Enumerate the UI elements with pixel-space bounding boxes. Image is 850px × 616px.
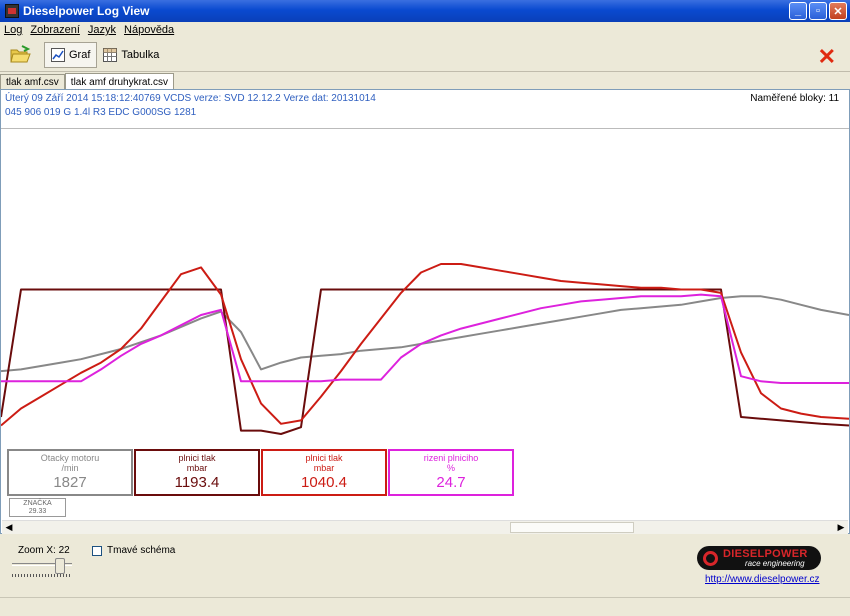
table-view-button[interactable]: Tabulka xyxy=(97,42,165,68)
gauge-unit: mbar xyxy=(313,463,335,473)
menu-napoveda[interactable]: Nápověda xyxy=(124,24,174,36)
zoom-slider-knob[interactable] xyxy=(55,558,65,574)
file-tabs: tlak amf.csv tlak amf druhykrat.csv xyxy=(0,73,175,90)
menu-jazyk[interactable]: Jazyk xyxy=(88,24,116,36)
minimize-button[interactable]: _ xyxy=(789,2,807,20)
zoom-slider[interactable] xyxy=(12,558,74,578)
gauge-name: plnici tlak xyxy=(178,453,216,463)
gauge-unit: % xyxy=(446,463,455,473)
menu-zobrazeni[interactable]: Zobrazení xyxy=(30,24,80,36)
tab-file-active[interactable]: tlak amf druhykrat.csv xyxy=(64,73,175,90)
gauge-value: 1193.4 xyxy=(174,474,220,491)
dieselpower-logo: DIESELPOWER race engineering xyxy=(697,546,821,570)
gauge-value: 24.7 xyxy=(436,474,466,491)
horizontal-scrollbar[interactable]: ◀ ▶ xyxy=(2,520,848,534)
gauge-value: 1827 xyxy=(53,474,87,491)
zoom-label: Zoom X: 22 xyxy=(18,545,70,556)
gauge-name: plnici tlak xyxy=(305,453,343,463)
series-line-2 xyxy=(1,263,849,427)
close-file-button[interactable]: ✕ xyxy=(818,44,836,70)
graph-view-label: Graf xyxy=(69,48,91,61)
app-icon xyxy=(5,4,19,18)
window-title: Dieselpower Log View xyxy=(23,4,150,18)
checkbox-box[interactable] xyxy=(92,545,102,556)
folder-open-icon xyxy=(10,44,31,62)
marker-box[interactable]: ZNAČKA 29.33 xyxy=(9,498,66,517)
gauge-name: rizeni plniciho xyxy=(423,453,479,463)
zoom-slider-ticks xyxy=(12,574,72,577)
gauge-engine-rpm[interactable]: Otacky motoru /min 1827 xyxy=(7,449,133,496)
graph-panel: Úterý 09 Září 2014 15:18:12:40769 VCDS v… xyxy=(0,89,850,534)
status-bar xyxy=(0,597,850,616)
table-icon xyxy=(103,47,118,62)
title-bar: Dieselpower Log View _ ▫ ✕ xyxy=(0,0,850,22)
tab-file[interactable]: tlak amf.csv xyxy=(0,74,65,90)
menu-log[interactable]: Log xyxy=(4,24,22,36)
tab-label: tlak amf.csv xyxy=(6,77,59,88)
gauge-unit: /min xyxy=(61,463,79,473)
tab-label: tlak amf druhykrat.csv xyxy=(70,76,169,88)
website-link[interactable]: http://www.dieselpower.cz xyxy=(705,574,820,585)
scroll-thumb[interactable] xyxy=(510,522,634,533)
open-file-button[interactable] xyxy=(8,42,34,68)
logo-swirl-icon xyxy=(703,551,718,566)
log-chart[interactable] xyxy=(1,129,849,447)
log-info-line2: 045 906 019 G 1.4l R3 EDC G000SG 1281 xyxy=(5,107,197,118)
logo-text: DIESELPOWER xyxy=(723,547,808,560)
close-button[interactable]: ✕ xyxy=(829,2,847,20)
measured-blocks: Naměřené bloky: 11 xyxy=(750,93,839,104)
scroll-left-icon[interactable]: ◀ xyxy=(2,521,16,534)
table-view-label: Tabulka xyxy=(121,48,160,61)
logo-subtext: race engineering xyxy=(745,558,805,568)
gauge-value: 1040.4 xyxy=(301,474,347,491)
menu-bar: Log Zobrazení Jazyk Nápověda xyxy=(0,22,850,38)
gauge-boost-control[interactable]: rizeni plniciho % 24.7 xyxy=(388,449,514,496)
series-line-1 xyxy=(1,288,849,435)
gauge-unit: mbar xyxy=(186,463,208,473)
log-info-line1: Úterý 09 Září 2014 15:18:12:40769 VCDS v… xyxy=(5,93,376,104)
maximize-button[interactable]: ▫ xyxy=(809,2,827,20)
graph-view-button[interactable]: Graf xyxy=(44,41,98,68)
marker-label: ZNAČKA xyxy=(23,500,52,507)
dark-scheme-label: Tmavé schéma xyxy=(107,545,176,556)
series-line-3 xyxy=(1,293,849,384)
gauge-boost-actual[interactable]: plnici tlak mbar 1040.4 xyxy=(261,449,387,496)
toolbar: Graf Tabulka ✕ xyxy=(0,38,850,72)
series-line-0 xyxy=(1,295,849,373)
graph-icon xyxy=(51,47,65,62)
dark-scheme-checkbox[interactable]: Tmavé schéma xyxy=(92,545,175,556)
gauge-name: Otacky motoru xyxy=(40,453,100,463)
close-x-icon: ✕ xyxy=(817,44,836,69)
scroll-right-icon[interactable]: ▶ xyxy=(834,521,848,534)
marker-value: 29.33 xyxy=(28,508,47,515)
gauge-boost-specified[interactable]: plnici tlak mbar 1193.4 xyxy=(134,449,260,496)
